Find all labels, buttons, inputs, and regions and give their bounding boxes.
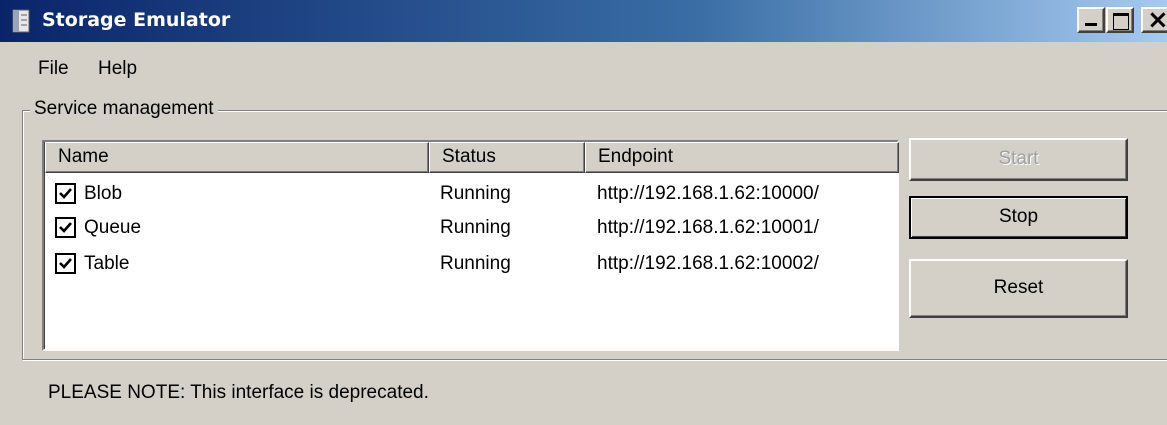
service-checkbox-queue[interactable] bbox=[55, 217, 76, 238]
service-endpoint: http://192.168.1.62:10001/ bbox=[597, 217, 819, 238]
checkmark-icon bbox=[59, 188, 72, 199]
maximize-button[interactable] bbox=[1106, 7, 1134, 33]
minimize-button[interactable] bbox=[1077, 7, 1105, 33]
menu-bar: File Help bbox=[0, 42, 1167, 92]
checkmark-icon bbox=[59, 258, 72, 269]
column-header-endpoint[interactable]: Endpoint bbox=[585, 142, 899, 173]
service-status: Running bbox=[440, 217, 511, 238]
service-name: Table bbox=[84, 253, 130, 274]
title-bar[interactable]: Storage Emulator bbox=[0, 0, 1167, 42]
close-button[interactable] bbox=[1141, 5, 1167, 35]
column-header-status[interactable]: Status bbox=[429, 142, 585, 173]
service-endpoint: http://192.168.1.62:10002/ bbox=[597, 253, 819, 274]
service-row-queue[interactable]: Queue Running http://192.168.1.62:10001/ bbox=[44, 213, 897, 249]
service-endpoint: http://192.168.1.62:10000/ bbox=[597, 183, 819, 204]
reset-button[interactable]: Reset bbox=[909, 259, 1128, 318]
checkmark-icon bbox=[59, 222, 72, 233]
service-name: Queue bbox=[84, 217, 142, 238]
column-header-name[interactable]: Name bbox=[45, 142, 429, 173]
service-checkbox-blob[interactable] bbox=[55, 183, 76, 204]
menu-help[interactable]: Help bbox=[98, 58, 137, 80]
service-checkbox-table[interactable] bbox=[55, 253, 76, 274]
list-header: Name Status Endpoint bbox=[44, 142, 899, 173]
storage-emulator-app-icon bbox=[10, 8, 32, 34]
service-status: Running bbox=[440, 183, 511, 204]
window-title: Storage Emulator bbox=[42, 9, 231, 31]
deprecation-note: PLEASE NOTE: This interface is deprecate… bbox=[48, 382, 429, 403]
stop-button[interactable]: Stop bbox=[909, 196, 1128, 239]
service-management-label: Service management bbox=[30, 98, 218, 120]
service-row-blob[interactable]: Blob Running http://192.168.1.62:10000/ bbox=[44, 179, 897, 215]
menu-file[interactable]: File bbox=[38, 58, 69, 80]
services-list[interactable]: Name Status Endpoint Blob Running http:/… bbox=[42, 140, 899, 351]
start-button[interactable]: Start bbox=[909, 138, 1128, 181]
service-status: Running bbox=[440, 253, 511, 274]
service-row-table[interactable]: Table Running http://192.168.1.62:10002/ bbox=[44, 249, 897, 285]
service-name: Blob bbox=[84, 183, 123, 204]
